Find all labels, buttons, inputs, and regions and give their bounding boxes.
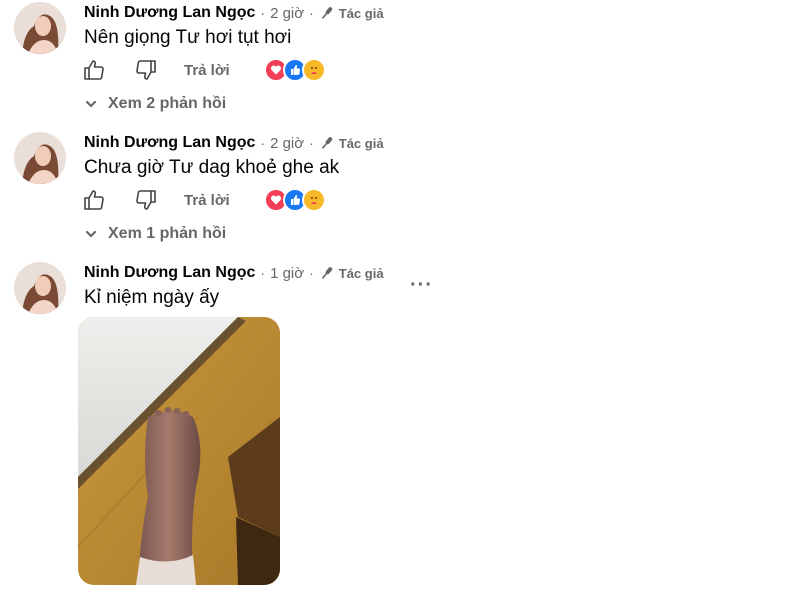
comment-time[interactable]: 1 giờ (270, 265, 304, 282)
chevron-down-icon (85, 230, 97, 238)
comment-text: Chưa giờ Tư dag khoẻ ghe ak (84, 157, 340, 178)
comment-text: Kỉ niệm ngày ấy (84, 287, 220, 308)
thumbs-up-icon[interactable] (82, 188, 106, 212)
author-badge: Tác giả (338, 5, 384, 21)
reply-button[interactable]: Trả lời (184, 192, 230, 209)
microphone-icon (321, 137, 332, 149)
view-replies-button[interactable]: Xem 2 phản hồi (84, 95, 226, 113)
comment-author[interactable]: Ninh Dương Lan Ngọc (84, 134, 255, 152)
comment-item: Ninh Dương Lan Ngọc · 2 giờ · Tác giả Nê… (0, 0, 800, 125)
care-reaction-icon (301, 58, 326, 82)
microphone-icon (321, 267, 332, 279)
thumbs-down-icon[interactable] (134, 188, 158, 212)
avatar[interactable] (14, 132, 66, 184)
separator-dot: · (260, 5, 266, 21)
more-options-icon[interactable]: ··· (410, 274, 433, 297)
comment-item: Ninh Dương Lan Ngọc · 2 giờ · Tác giả Ch… (0, 130, 800, 255)
reaction-summary[interactable] (263, 188, 326, 212)
microphone-icon (321, 7, 332, 19)
separator-dot: · (309, 135, 314, 151)
comment-time[interactable]: 2 giờ (270, 5, 304, 22)
comment-author[interactable]: Ninh Dương Lan Ngọc (84, 264, 255, 282)
avatar[interactable] (14, 262, 66, 314)
view-replies-label: Xem 1 phản hồi (108, 225, 227, 242)
thumbs-up-icon[interactable] (82, 58, 106, 82)
view-replies-label: Xem 2 phản hồi (108, 95, 227, 112)
reply-button[interactable]: Trả lời (184, 62, 230, 79)
separator-dot: · (260, 265, 266, 281)
author-badge: Tác giả (338, 265, 384, 281)
comment-author[interactable]: Ninh Dương Lan Ngọc (84, 4, 255, 22)
care-reaction-icon (301, 188, 326, 212)
avatar[interactable] (14, 2, 66, 54)
reaction-summary[interactable] (263, 58, 326, 82)
comment-text: Nên giọng Tư hơi tụt hơi (84, 27, 292, 48)
separator-dot: · (309, 5, 314, 21)
separator-dot: · (260, 135, 266, 151)
chevron-down-icon (85, 100, 97, 108)
comment-time[interactable]: 2 giờ (270, 135, 304, 152)
thumbs-down-icon[interactable] (134, 58, 158, 82)
comment-photo[interactable] (78, 317, 280, 585)
separator-dot: · (309, 265, 314, 281)
author-badge: Tác giả (338, 135, 384, 151)
view-replies-button[interactable]: Xem 1 phản hồi (84, 225, 226, 243)
